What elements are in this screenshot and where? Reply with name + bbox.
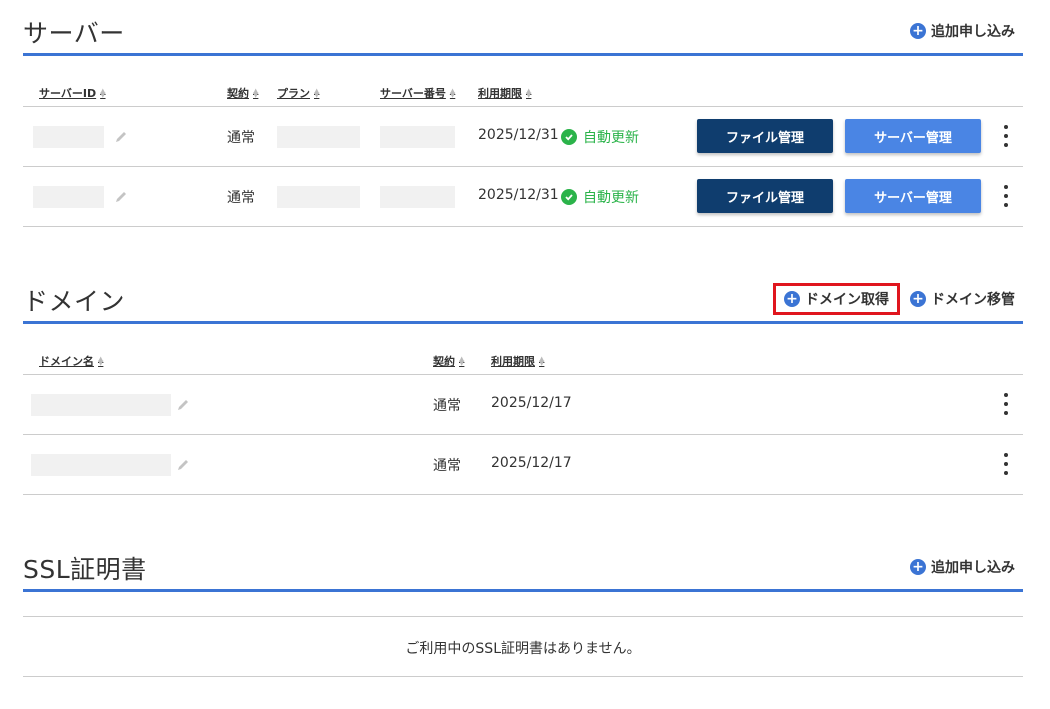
col-server-id-label: サーバーID [39,87,97,100]
server-add-label: 追加申し込み [931,24,1015,40]
check-circle-icon [561,189,577,205]
ssl-section-title: SSL証明書 [23,555,147,584]
auto-renew-status: 自動更新 [561,127,639,147]
server-manage-button[interactable]: サーバー管理 [845,119,981,153]
col-contract-label: 契約 [227,87,249,100]
sort-icon: ▲ ▼ [449,87,456,99]
domain-transfer-label: ドメイン移管 [931,292,1015,308]
more-options-icon[interactable] [1001,453,1011,475]
divider [23,616,1023,617]
divider [23,106,1023,107]
plan-redacted [277,126,360,148]
col-contract[interactable]: 契約 ▲ ▼ [227,85,260,101]
plus-circle-icon: + [784,291,800,307]
ssl-add-button[interactable]: + 追加申し込み [910,557,1015,577]
sort-icon: ▲ ▼ [98,355,104,367]
more-options-icon[interactable] [1001,125,1011,147]
domain-acquire-label: ドメイン取得 [805,292,889,308]
file-manage-button[interactable]: ファイル管理 [697,179,833,213]
contract-value: 通常 [433,398,461,414]
pencil-icon[interactable] [176,458,190,472]
sort-icon: ▲ ▼ [539,355,545,367]
auto-renew-status: 自動更新 [561,187,639,207]
expiry-value: 2025/12/31 [478,127,559,143]
pencil-icon[interactable] [114,190,128,204]
contract-value: 通常 [227,130,255,146]
sort-icon: ▲ ▼ [459,355,465,367]
server-id-redacted [33,126,104,148]
expiry-value: 2025/12/17 [491,395,572,411]
server-manage-button[interactable]: サーバー管理 [845,179,981,213]
divider [23,226,1023,227]
plus-circle-icon: + [910,559,926,575]
more-options-icon[interactable] [1001,185,1011,207]
sort-icon: ▲ ▼ [526,87,532,99]
col-domain-name-label: ドメイン名 [39,355,94,368]
server-number-redacted [380,186,455,208]
server-add-button[interactable]: + 追加申し込み [910,21,1015,41]
domain-header: ドメイン + ドメイン取得 + ドメイン移管 [23,276,1023,324]
domain-acquire-button[interactable]: + ドメイン取得 [773,283,900,315]
divider [23,374,1023,375]
divider [23,676,1023,677]
divider [23,434,1023,435]
col-plan-label: プラン [277,87,310,100]
server-id-redacted [33,186,104,208]
col-domain-name[interactable]: ドメイン名 ▲ ▼ [39,353,105,369]
col-contract[interactable]: 契約 ▲ ▼ [433,353,466,369]
col-expiry-label: 利用期限 [491,355,535,368]
server-header: サーバー + 追加申し込み [23,8,1023,56]
domain-transfer-button[interactable]: + ドメイン移管 [910,289,1015,309]
ssl-header: SSL証明書 + 追加申し込み [23,544,1023,592]
check-circle-icon [561,129,577,145]
pencil-icon[interactable] [176,398,190,412]
server-section: サーバー + 追加申し込み サーバーID ▲ ▼ 契約 ▲ ▼ プラン ▲ ▼ サーバ… [23,8,1023,228]
sort-icon: ▲ ▼ [100,87,106,99]
plus-circle-icon: + [910,291,926,307]
contract-value: 通常 [433,458,461,474]
ssl-empty-message: ご利用中のSSL証明書はありません。 [405,641,641,657]
col-server-number[interactable]: サーバー番号 ▲ ▼ [380,85,457,101]
plan-redacted [277,186,360,208]
pencil-icon[interactable] [114,130,128,144]
divider [23,494,1023,495]
domain-section-title: ドメイン [23,287,126,316]
ssl-section: SSL証明書 + 追加申し込み ご利用中のSSL証明書はありません。 [23,544,1023,684]
col-server-id[interactable]: サーバーID ▲ ▼ [39,85,107,101]
auto-renew-label: 自動更新 [583,130,639,146]
expiry-value: 2025/12/17 [491,455,572,471]
col-plan[interactable]: プラン ▲ ▼ [277,85,321,101]
server-section-title: サーバー [23,19,125,48]
contract-value: 通常 [227,190,255,206]
file-manage-button[interactable]: ファイル管理 [697,119,833,153]
col-contract-label: 契約 [433,355,455,368]
col-expiry[interactable]: 利用期限 ▲ ▼ [478,85,533,101]
expiry-value: 2025/12/31 [478,187,559,203]
more-options-icon[interactable] [1001,393,1011,415]
sort-icon: ▲ ▼ [253,87,259,99]
col-expiry-label: 利用期限 [478,87,522,100]
divider [23,166,1023,167]
server-number-redacted [380,126,455,148]
domain-name-redacted [31,394,171,416]
col-expiry[interactable]: 利用期限 ▲ ▼ [491,353,546,369]
domain-section: ドメイン + ドメイン取得 + ドメイン移管 ドメイン名 ▲ ▼ 契約 ▲ ▼ 利用… [23,276,1023,496]
ssl-add-label: 追加申し込み [931,560,1015,576]
plus-circle-icon: + [910,23,926,39]
auto-renew-label: 自動更新 [583,190,639,206]
domain-name-redacted [31,454,171,476]
col-server-number-label: サーバー番号 [380,87,446,100]
sort-icon: ▲ ▼ [314,87,320,99]
